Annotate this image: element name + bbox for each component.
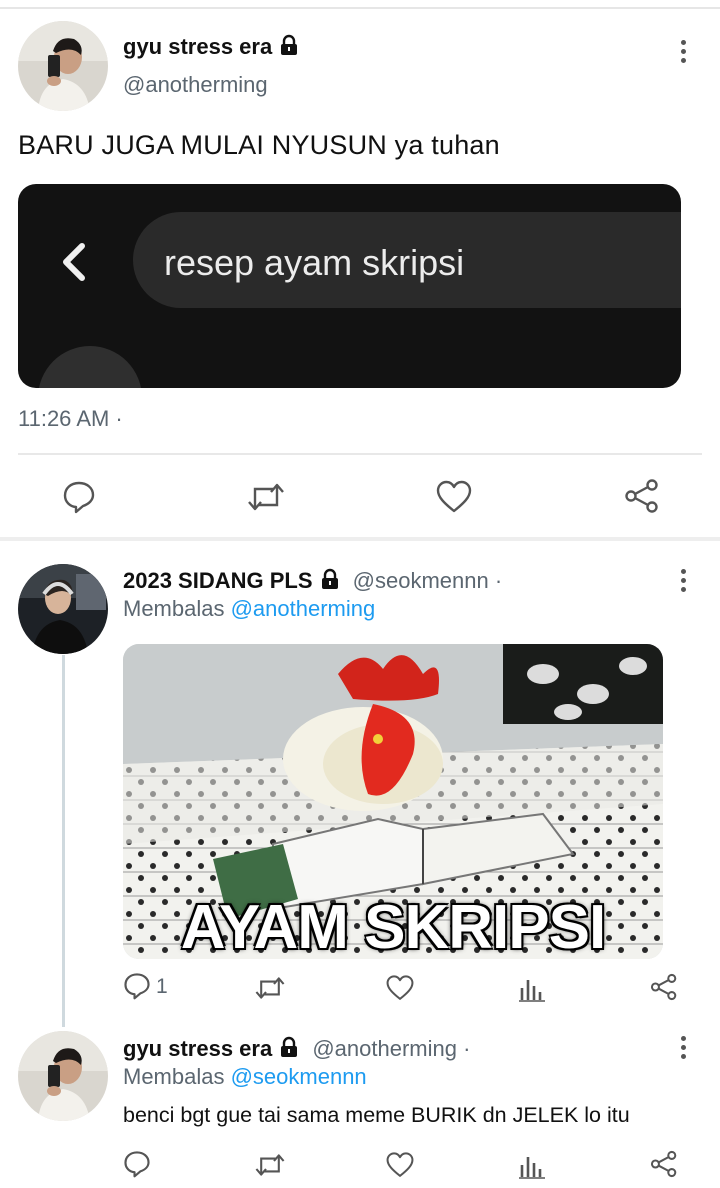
reply-icon[interactable]: [62, 480, 96, 514]
like-icon[interactable]: [386, 974, 414, 1002]
more-options-icon[interactable]: [678, 40, 688, 66]
avatar[interactable]: [18, 1031, 108, 1121]
replying-prefix: Membalas: [123, 596, 231, 621]
retweet-icon[interactable]: [254, 974, 286, 1002]
top-border: [0, 7, 720, 9]
user-handle[interactable]: @anotherming: [123, 72, 268, 98]
lock-icon: [278, 1036, 300, 1064]
like-icon[interactable]: [436, 480, 472, 514]
reply-text: benci bgt gue tai sama meme BURIK dn JEL…: [123, 1103, 630, 1127]
user-handle[interactable]: @anotherming ·: [312, 1036, 470, 1061]
replying-to: Membalas @seokmennn: [123, 1064, 367, 1090]
retweet-icon[interactable]: [246, 480, 286, 514]
camera-icon: [38, 346, 142, 388]
like-icon[interactable]: [386, 1151, 414, 1179]
share-icon[interactable]: [624, 478, 660, 514]
tweet-timestamp: 11:26 AM ·: [18, 406, 123, 431]
replying-prefix: Membalas: [123, 1064, 231, 1089]
thread-connector: [62, 655, 65, 1027]
reply-count: 1: [156, 975, 168, 998]
tweet-text: BARU JUGA MULAI NYUSUN ya tuhan: [18, 130, 500, 160]
divider: [18, 453, 702, 455]
display-name-text: gyu stress era: [123, 34, 273, 59]
more-options-icon[interactable]: [678, 569, 688, 595]
meme-image[interactable]: AYAM SKRIPSI: [123, 644, 663, 959]
share-icon[interactable]: [650, 972, 678, 1002]
display-name[interactable]: 2023 SIDANG PLS @seokmennn ·: [123, 568, 502, 596]
section-divider: [0, 537, 720, 541]
analytics-icon[interactable]: [519, 974, 545, 1002]
user-handle[interactable]: @seokmennn ·: [353, 568, 503, 593]
display-name[interactable]: gyu stress era @anotherming ·: [123, 1036, 470, 1064]
display-name-text: 2023 SIDANG PLS: [123, 568, 313, 593]
analytics-icon[interactable]: [519, 1151, 545, 1179]
search-query: resep ayam skripsi: [164, 242, 465, 283]
avatar[interactable]: [18, 564, 108, 654]
display-name-text: gyu stress era: [123, 1036, 273, 1061]
lock-icon: [319, 568, 341, 596]
more-options-icon[interactable]: [678, 1036, 688, 1062]
mention-link[interactable]: @seokmennn: [231, 1064, 367, 1089]
reply-icon[interactable]: [123, 972, 151, 1000]
replying-to: Membalas @anotherming: [123, 596, 375, 622]
meme-caption: AYAM SKRIPSI: [180, 893, 606, 959]
lock-icon: [278, 34, 300, 62]
reply-icon[interactable]: [123, 1150, 151, 1178]
mention-link[interactable]: @anotherming: [231, 596, 376, 621]
share-icon[interactable]: [650, 1149, 678, 1179]
display-name[interactable]: gyu stress era: [123, 34, 300, 62]
avatar[interactable]: [18, 21, 108, 111]
back-arrow-icon: [56, 242, 90, 287]
tweet-image[interactable]: resep ayam skripsi: [18, 184, 681, 388]
retweet-icon[interactable]: [254, 1151, 286, 1179]
